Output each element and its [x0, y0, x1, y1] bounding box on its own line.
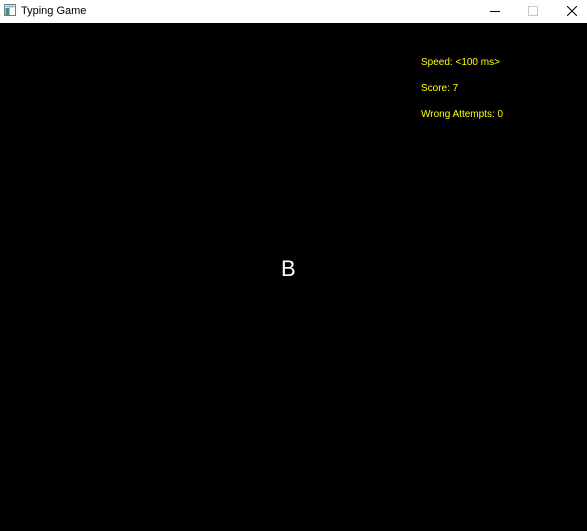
window-app-icon [4, 4, 16, 16]
falling-letter: B [281, 256, 296, 281]
title-bar[interactable]: Typing Game [0, 0, 587, 23]
speed-label: Speed: <100 ms> [421, 57, 500, 68]
close-icon [567, 6, 577, 16]
maximize-button[interactable] [513, 0, 553, 22]
maximize-icon [528, 6, 538, 16]
window-title: Typing Game [21, 5, 87, 17]
typing-game-window: Typing Game Speed: <100 ms> Score: 7 Wro… [0, 0, 587, 531]
close-button[interactable] [552, 0, 587, 22]
minimize-icon [490, 11, 500, 12]
score-label: Score: 7 [421, 83, 459, 94]
wrong-attempts-label: Wrong Attempts: 0 [421, 109, 504, 120]
minimize-button[interactable] [475, 0, 515, 22]
game-canvas[interactable]: Speed: <100 ms> Score: 7 Wrong Attempts:… [0, 23, 587, 531]
